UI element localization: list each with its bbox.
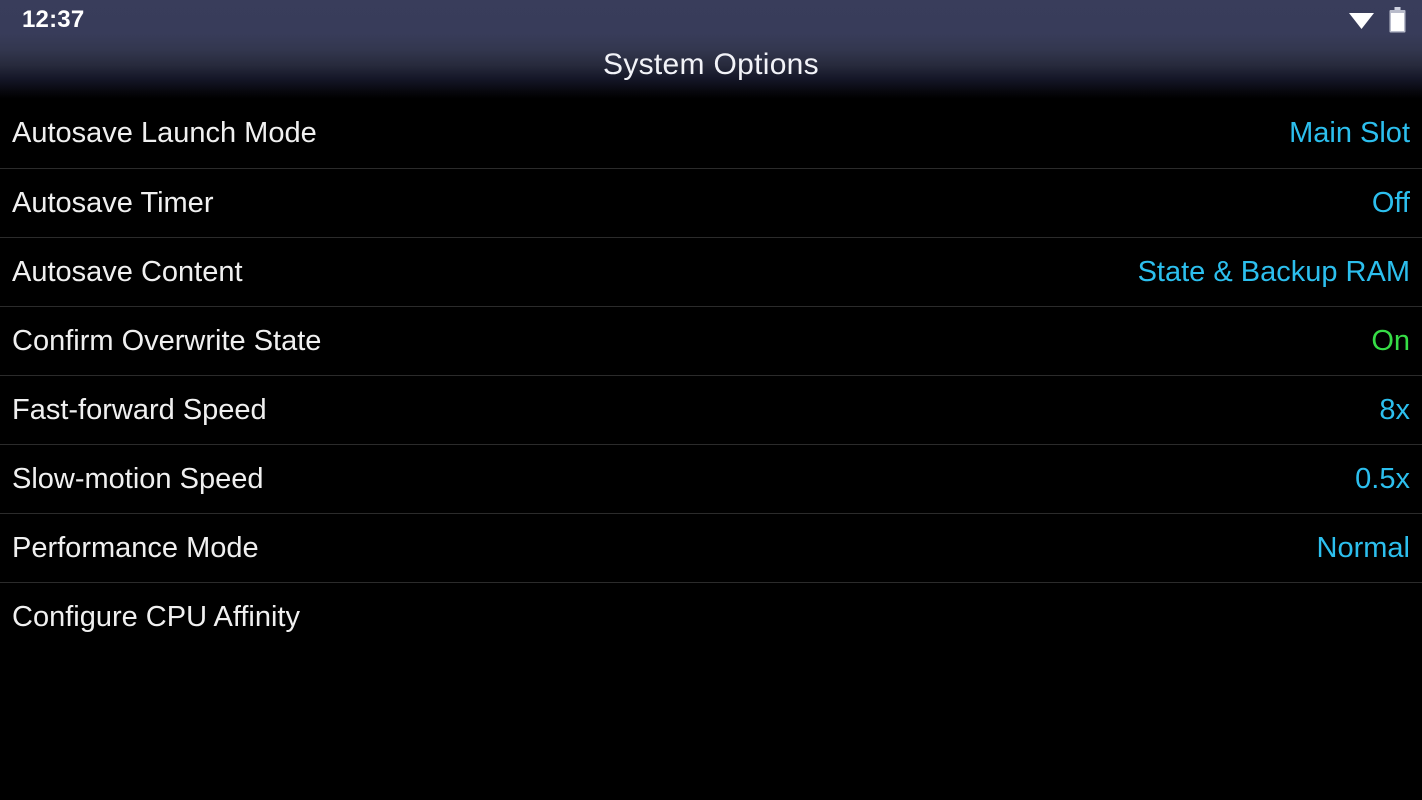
setting-row-configure-cpu-affinity[interactable]: Configure CPU Affinity bbox=[0, 582, 1422, 651]
setting-label: Configure CPU Affinity bbox=[12, 600, 300, 633]
setting-row-autosave-content[interactable]: Autosave Content State & Backup RAM bbox=[0, 237, 1422, 306]
setting-label: Autosave Content bbox=[12, 255, 243, 288]
setting-label: Fast-forward Speed bbox=[12, 393, 267, 426]
page-title: System Options bbox=[603, 48, 819, 81]
setting-label: Slow-motion Speed bbox=[12, 462, 264, 495]
setting-value: State & Backup RAM bbox=[1137, 255, 1410, 288]
setting-value: Main Slot bbox=[1289, 117, 1410, 149]
setting-value: 8x bbox=[1379, 393, 1410, 426]
system-options-screen: 12:37 System Options Autosave Launch Mod… bbox=[0, 0, 1422, 800]
setting-value: Normal bbox=[1316, 531, 1410, 564]
app-header: 12:37 System Options bbox=[0, 0, 1422, 99]
setting-label: Autosave Launch Mode bbox=[12, 117, 317, 149]
wifi-icon bbox=[1348, 10, 1375, 30]
setting-label: Performance Mode bbox=[12, 531, 259, 564]
battery-icon bbox=[1389, 7, 1406, 33]
setting-row-slow-motion-speed[interactable]: Slow-motion Speed 0.5x bbox=[0, 444, 1422, 513]
setting-row-fast-forward-speed[interactable]: Fast-forward Speed 8x bbox=[0, 375, 1422, 444]
setting-label: Confirm Overwrite State bbox=[12, 324, 322, 357]
setting-row-autosave-timer[interactable]: Autosave Timer Off bbox=[0, 168, 1422, 237]
setting-value: Off bbox=[1371, 186, 1410, 219]
setting-row-performance-mode[interactable]: Performance Mode Normal bbox=[0, 513, 1422, 582]
setting-value: On bbox=[1371, 324, 1410, 357]
setting-row-confirm-overwrite-state[interactable]: Confirm Overwrite State On bbox=[0, 306, 1422, 375]
status-clock: 12:37 bbox=[22, 6, 85, 33]
setting-label: Autosave Timer bbox=[12, 186, 214, 219]
setting-row-autosave-launch-mode[interactable]: Autosave Launch Mode Main Slot bbox=[0, 99, 1422, 168]
status-bar: 12:37 bbox=[0, 0, 1422, 40]
status-bar-icons bbox=[1348, 7, 1406, 33]
settings-list: Autosave Launch Mode Main Slot Autosave … bbox=[0, 99, 1422, 651]
setting-value: 0.5x bbox=[1355, 462, 1410, 495]
